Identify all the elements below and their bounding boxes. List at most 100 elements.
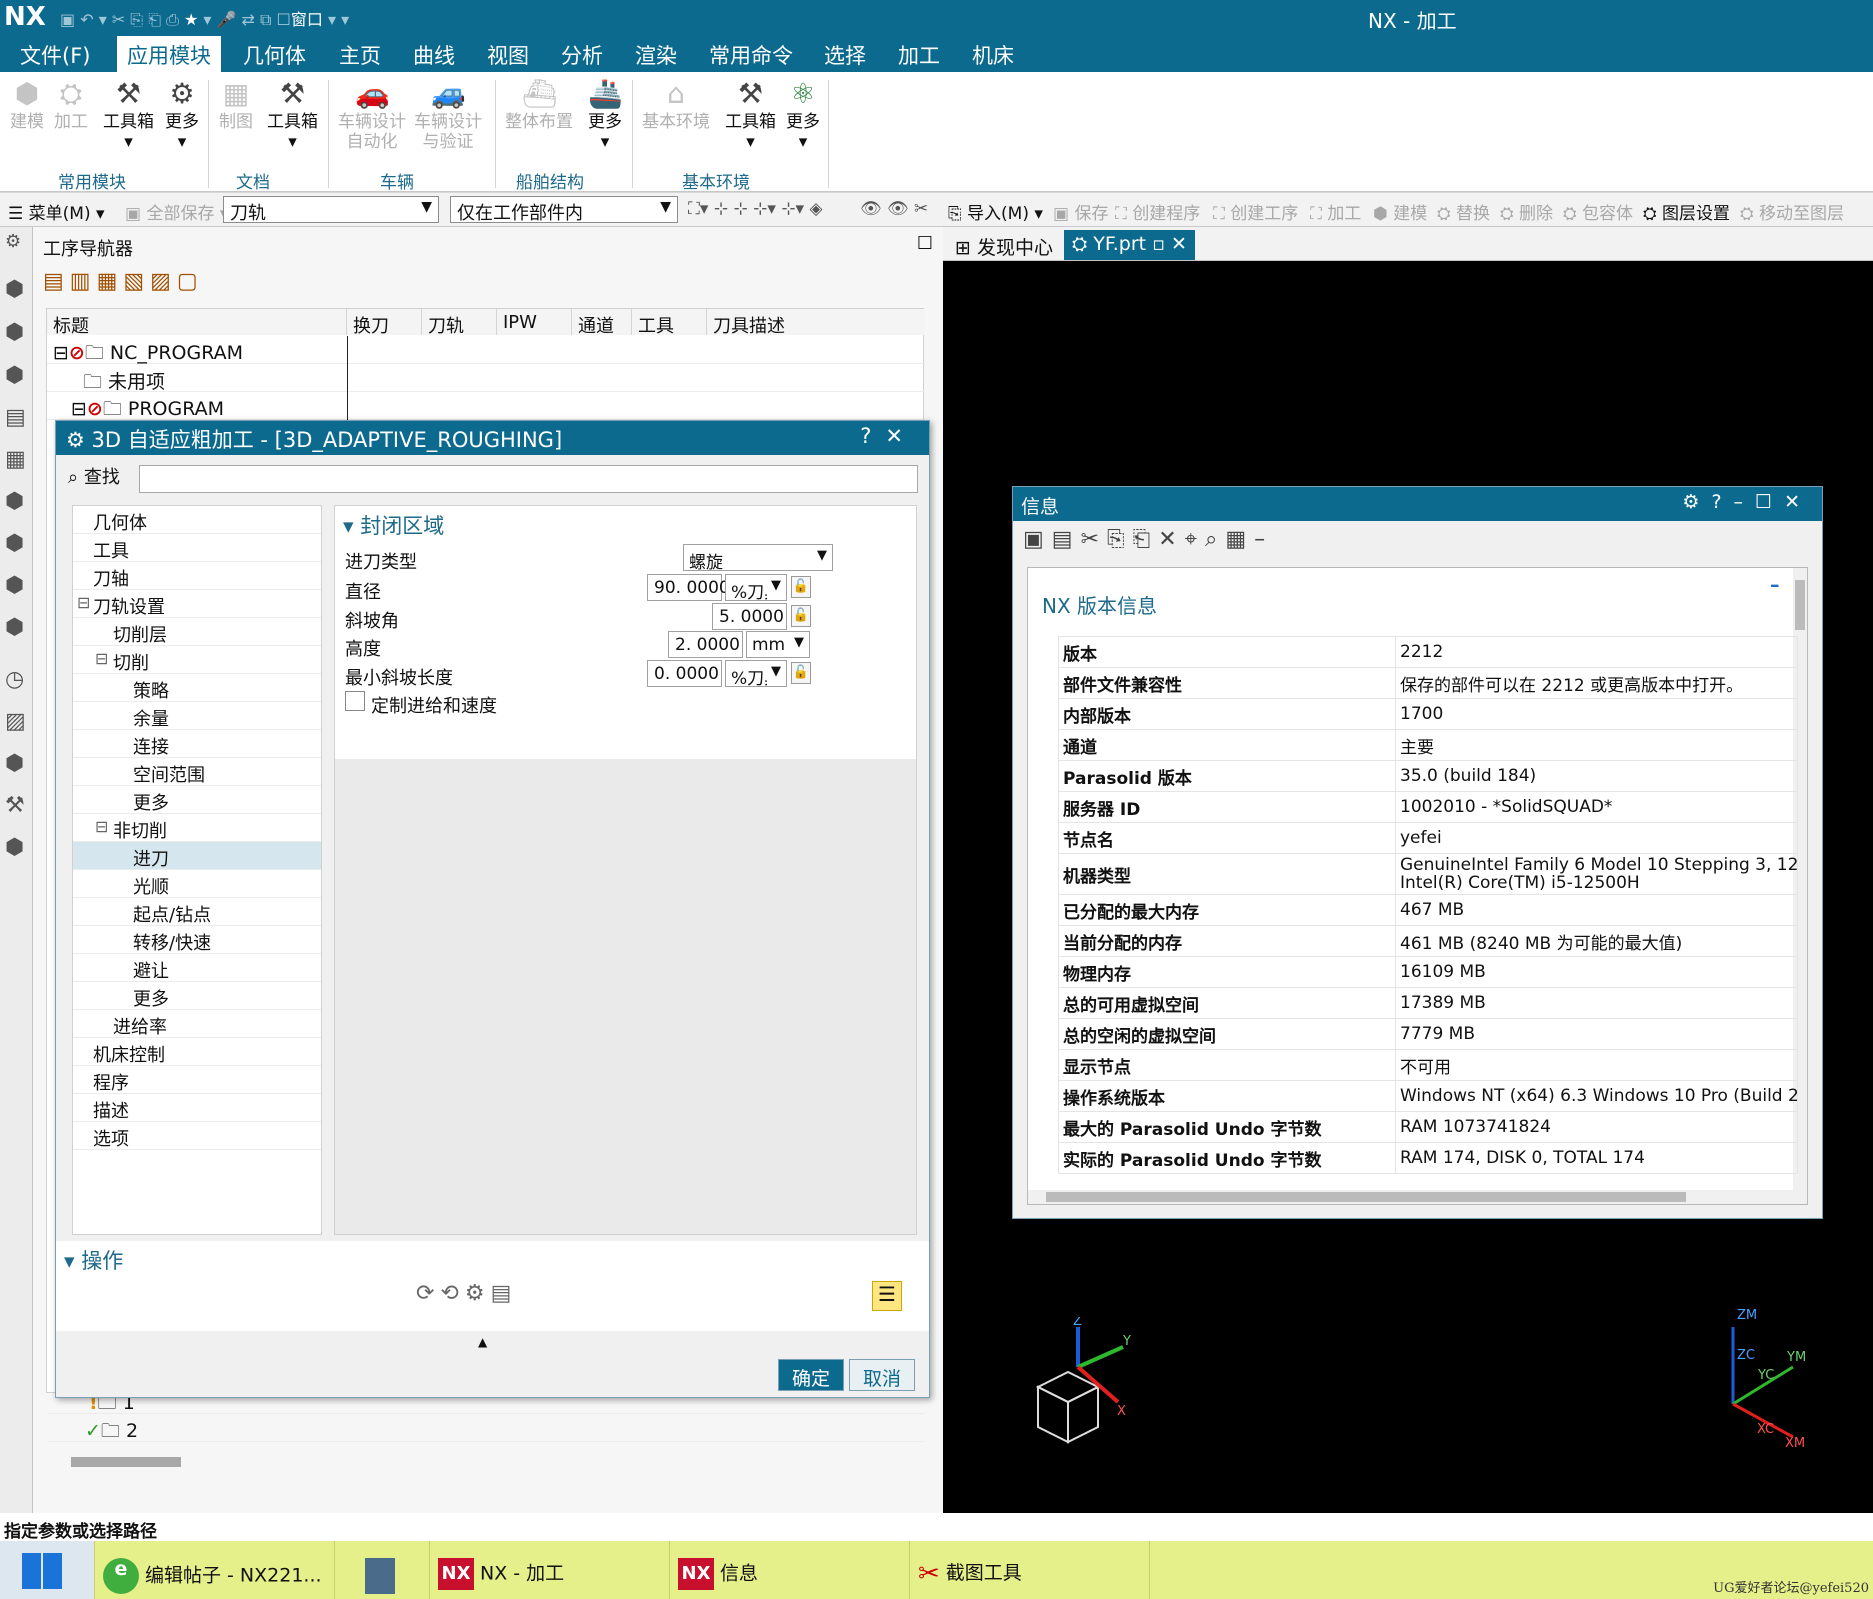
gear-icon[interactable]: ⚙ bbox=[66, 428, 85, 452]
tree-item-tool[interactable]: 工具 bbox=[73, 534, 321, 562]
horizontal-scrollbar[interactable] bbox=[71, 1457, 181, 1467]
menu-render[interactable]: 渲染 bbox=[635, 40, 677, 70]
section-closed-areas[interactable]: ▾ 封闭区域 bbox=[343, 510, 444, 540]
maximize-icon[interactable]: ☐ bbox=[917, 233, 933, 254]
diameter-unit-select[interactable]: %刀具▼ bbox=[725, 574, 787, 603]
taskbar-calculator[interactable] bbox=[335, 1541, 430, 1599]
tree-item-feeds[interactable]: 进给率 bbox=[73, 1010, 321, 1038]
tree-item-machine-control[interactable]: 机床控制 bbox=[73, 1038, 321, 1066]
settings-icon[interactable]: ⚙ bbox=[5, 231, 21, 252]
replace-button[interactable]: ⛭ 替换 bbox=[1437, 199, 1490, 224]
history-icon[interactable]: ◷ bbox=[5, 667, 24, 692]
operation-navigator-icon[interactable]: ▤ bbox=[5, 405, 26, 430]
info-header[interactable]: 信息 ⚙?–☐✕ bbox=[1013, 487, 1822, 521]
create-operation-button[interactable]: ⛶ 创建工序 bbox=[1213, 199, 1298, 224]
custom-feed-checkbox[interactable] bbox=[345, 691, 365, 711]
type-filter-select[interactable]: 刀轨 ▼ bbox=[223, 196, 439, 224]
tree-item-more-non-cutting[interactable]: 更多 bbox=[73, 982, 321, 1010]
menu-manufacturing[interactable]: 加工 bbox=[898, 40, 940, 70]
tree-item-connections[interactable]: 连接 bbox=[73, 730, 321, 758]
taskbar-browser[interactable]: e 编辑帖子 - NX221... bbox=[95, 1541, 335, 1599]
entry-type-select[interactable]: 螺旋 ▼ bbox=[683, 544, 833, 573]
search-input[interactable] bbox=[139, 465, 918, 493]
machining-button[interactable]: ⛶ 加工 bbox=[1310, 199, 1361, 224]
tree-item-containment[interactable]: 空间范围 bbox=[73, 758, 321, 786]
ribbon-drafting-button[interactable]: ▦ 制图 bbox=[219, 78, 253, 133]
menu-application[interactable]: 应用模块 bbox=[117, 36, 221, 72]
ribbon-modeling-button[interactable]: ⬢ 建模 bbox=[10, 78, 44, 133]
ribbon-more-button-2[interactable]: 🚢 更多 ▾ bbox=[588, 78, 623, 153]
ok-button[interactable]: 确定 bbox=[778, 1359, 844, 1391]
menu-view[interactable]: 视图 bbox=[487, 40, 529, 70]
tree-item-more-cutting[interactable]: 更多 bbox=[73, 786, 321, 814]
tree-item-cut-levels[interactable]: 切削层 bbox=[73, 618, 321, 646]
min-ramp-unit-select[interactable]: %刀具▼ bbox=[725, 660, 787, 689]
palette-icon[interactable]: ▨ bbox=[5, 709, 26, 734]
window-menu[interactable]: 窗口 bbox=[291, 10, 323, 29]
column-title[interactable]: 标题 bbox=[47, 309, 347, 337]
view-tools[interactable]: 👁 👁 ✂ bbox=[860, 199, 928, 219]
tree-item-tool-axis[interactable]: 刀轴 bbox=[73, 562, 321, 590]
modeling-button[interactable]: ⬢ 建模 bbox=[1373, 199, 1427, 224]
min-ramp-length-input[interactable]: 0. 0000 bbox=[647, 660, 722, 687]
menu-button[interactable]: ☰ 菜单(M) ▾ bbox=[8, 199, 105, 224]
info-toolbar[interactable]: ▣▤✂⎘⎗✕⌖⌕▦– bbox=[1023, 527, 1273, 552]
close-button[interactable]: ✕ bbox=[885, 424, 917, 448]
ribbon-more-button-3[interactable]: ⚛ 更多 ▾ bbox=[786, 78, 820, 153]
ribbon-toolbox-button-3[interactable]: ⚒ 工具箱 ▾ bbox=[725, 78, 776, 153]
lock-icon[interactable]: 🔓 bbox=[791, 576, 811, 598]
selection-tools[interactable]: ⛶▾ ⊹ ⊹ ⊹▾ ⊹▾ ◈ bbox=[688, 199, 823, 219]
bounding-body-button[interactable]: ⛭ 包容体 bbox=[1563, 199, 1633, 224]
delete-button[interactable]: ⛭ 删除 bbox=[1500, 199, 1553, 224]
import-button[interactable]: ⎘ 导入(M) ▾ bbox=[948, 199, 1043, 224]
height-input[interactable]: 2. 0000 bbox=[668, 631, 743, 658]
column-ipw[interactable]: IPW bbox=[497, 309, 572, 335]
menu-analysis[interactable]: 分析 bbox=[561, 40, 603, 70]
window-controls[interactable]: ⚙?–☐✕ bbox=[1682, 491, 1812, 513]
lock-icon[interactable]: 🔓 bbox=[791, 605, 811, 627]
dialog-header[interactable]: ⚙ 3D 自适应粗加工 - [3D_ADAPTIVE_ROUGHING] ?✕ bbox=[56, 421, 929, 455]
column-tool[interactable]: 工具 bbox=[632, 309, 707, 337]
table-row[interactable]: ✓🗀 2 bbox=[47, 1414, 925, 1442]
tool-navigator-icon[interactable]: ⬢ bbox=[5, 489, 24, 514]
tab-yf-prt[interactable]: ⛭ YF.prt ▫ ✕ bbox=[1064, 230, 1195, 260]
quick-access-toolbar[interactable]: ▣ ↶ ▾ ✂ ⎘ ⎗ ⎙ ★ ▾ 🎤 ⇄ ⧉ ☐窗口 ▾ ▾ bbox=[60, 6, 349, 30]
tree-item-stock[interactable]: 余量 bbox=[73, 702, 321, 730]
tree-item-strategy[interactable]: 策略 bbox=[73, 674, 321, 702]
save-button[interactable]: ▣ 保存 bbox=[1053, 199, 1108, 224]
menu-machine[interactable]: 机床 bbox=[972, 40, 1014, 70]
tree-item-geometry[interactable]: 几何体 bbox=[73, 506, 321, 534]
web-icon[interactable]: ⬢ bbox=[5, 573, 24, 598]
navigator-toolbar[interactable]: ▤▥▦▧▨▢ bbox=[43, 269, 204, 294]
layer-settings-button[interactable]: ⛭ 图层设置 bbox=[1643, 199, 1730, 224]
menu-file[interactable]: 文件(F) bbox=[20, 40, 90, 70]
ribbon-base-env-button[interactable]: ⌂ 基本环境 bbox=[642, 78, 710, 133]
table-row[interactable]: ⊟⊘🗀 NC_PROGRAM bbox=[47, 336, 925, 364]
ribbon-manufacturing-button[interactable]: ⛭ 加工 bbox=[54, 78, 88, 133]
scope-select[interactable]: 仅在工作部件内 ▼ bbox=[450, 196, 678, 224]
table-row[interactable]: 🗀 未用项 bbox=[47, 364, 925, 393]
menu-geometry[interactable]: 几何体 bbox=[243, 40, 306, 70]
ribbon-more-button-1[interactable]: ⚙ 更多 ▾ bbox=[165, 78, 199, 153]
menu-curve[interactable]: 曲线 bbox=[413, 40, 455, 70]
save-all-button[interactable]: ▣ 全部保存 ▾ bbox=[125, 199, 228, 224]
tree-item-path-settings[interactable]: ⊟ 刀轨设置 bbox=[73, 590, 321, 618]
machine-navigator-icon[interactable]: ▦ bbox=[5, 447, 26, 472]
tree-item-smoothing[interactable]: 光顺 bbox=[73, 870, 321, 898]
create-program-button[interactable]: ⛶ 创建程序 bbox=[1115, 199, 1200, 224]
tree-item-cutting[interactable]: ⊟ 切削 bbox=[73, 646, 321, 674]
collapse-icon[interactable]: – bbox=[1770, 574, 1780, 596]
help-button[interactable]: ? bbox=[860, 424, 885, 448]
role-icon[interactable]: ⬢ bbox=[5, 751, 24, 776]
list-icon[interactable]: ☰ bbox=[872, 1281, 902, 1311]
constraint-navigator-icon[interactable]: ⬢ bbox=[5, 363, 24, 388]
ribbon-layout-button[interactable]: ⛴ 整体布置 bbox=[505, 78, 573, 133]
feature-navigator-icon[interactable]: ⬢ bbox=[5, 531, 24, 556]
column-toolpath[interactable]: 刀轨 bbox=[422, 309, 497, 337]
tool-library-icon[interactable]: ⚒ bbox=[5, 793, 25, 818]
lock-icon[interactable]: 🔓 bbox=[791, 662, 811, 684]
section-actions[interactable]: ▾ 操作 bbox=[64, 1245, 123, 1275]
cancel-button[interactable]: 取消 bbox=[849, 1359, 915, 1391]
taskbar-info[interactable]: NX 信息 bbox=[670, 1541, 910, 1599]
assembly-navigator-icon[interactable]: ⬢ bbox=[5, 320, 24, 345]
